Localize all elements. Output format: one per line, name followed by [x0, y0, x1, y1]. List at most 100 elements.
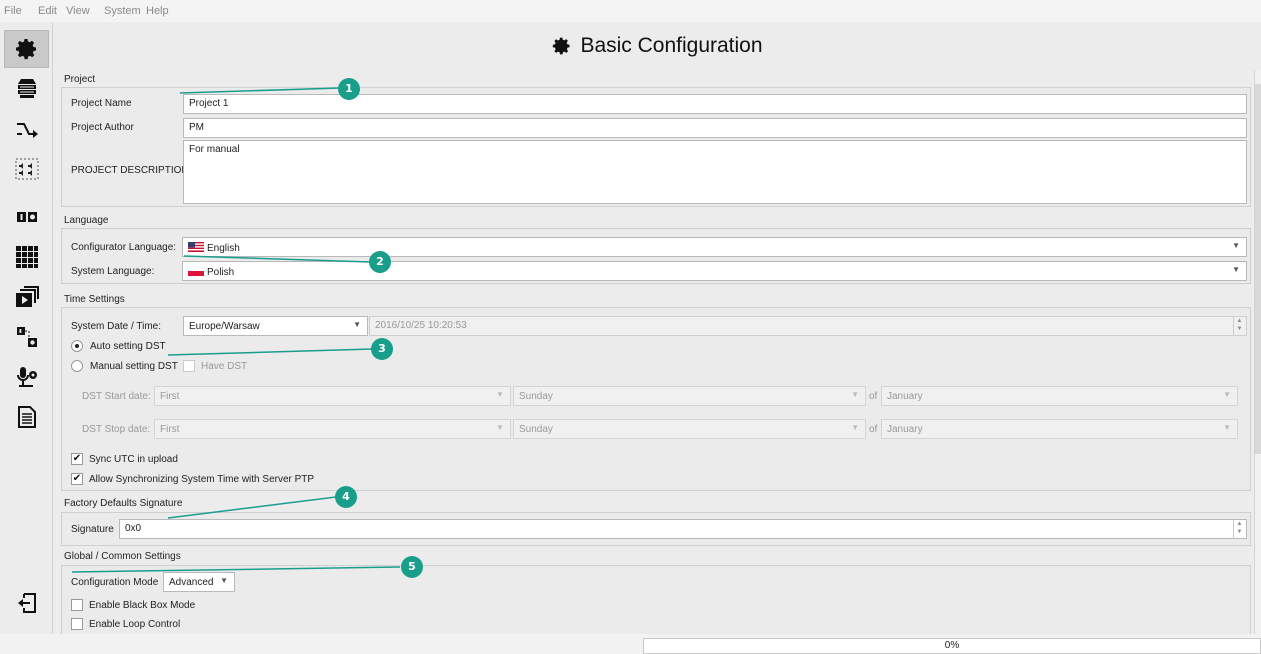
- chevron-down-icon: ▼: [496, 390, 504, 399]
- pl-flag-icon: [188, 266, 204, 276]
- dst-start-day-select: Sunday ▼: [513, 386, 866, 406]
- manual-dst-label: Manual setting DST: [90, 361, 178, 372]
- project-group: Project Name Project 1 Project Author PM…: [61, 87, 1251, 207]
- timezone-value: Europe/Warsaw: [189, 321, 260, 332]
- dst-start-week-select: First ▼: [154, 386, 511, 406]
- sidebar-item-matrix[interactable]: [4, 238, 49, 276]
- dst-stop-week-value: First: [160, 424, 180, 435]
- system-language-label: System Language:: [71, 266, 155, 277]
- auto-dst-radio[interactable]: [71, 340, 83, 352]
- system-datetime-label: System Date / Time:: [71, 321, 162, 332]
- system-datetime-value: 2016/10/25 10:20:53: [375, 320, 467, 331]
- project-group-title: Project: [64, 74, 96, 85]
- chevron-down-icon: ▼: [851, 423, 859, 432]
- global-group: Configuration Mode Advanced ▼ Enable Bla…: [61, 565, 1251, 634]
- auto-dst-label: Auto setting DST: [90, 341, 166, 352]
- sync-utc-label: Sync UTC in upload: [89, 454, 178, 465]
- sidebar-item-io[interactable]: [4, 198, 49, 236]
- global-group-title: Global / Common Settings: [64, 551, 181, 562]
- us-flag-icon: [188, 242, 204, 252]
- callout-3: 3: [371, 338, 393, 360]
- dst-stop-day-select: Sunday ▼: [513, 419, 866, 439]
- config-panel: Project Project Name Project 1 Project A…: [58, 70, 1252, 634]
- time-group: System Date / Time: Europe/Warsaw ▼ 2016…: [61, 307, 1251, 491]
- routing-icon: [16, 123, 38, 138]
- scrollbar-thumb[interactable]: [1255, 84, 1261, 454]
- sync-ptp-label: Allow Synchronizing System Time with Ser…: [89, 474, 315, 485]
- sidebar-item-hardware[interactable]: [4, 70, 49, 108]
- menu-system[interactable]: System: [104, 5, 141, 17]
- speaker-zones-icon: [15, 158, 38, 180]
- progress-label: 0%: [944, 640, 960, 651]
- sync-utc-checkbox[interactable]: ✔: [71, 453, 83, 465]
- exit-icon: [17, 593, 36, 613]
- time-group-title: Time Settings: [64, 294, 125, 305]
- dst-stop-week-select: First ▼: [154, 419, 511, 439]
- menu-file[interactable]: File: [4, 5, 22, 17]
- sidebar-item-microphones[interactable]: [4, 358, 49, 396]
- page-title: Basic Configuration: [580, 34, 763, 57]
- factory-group: Signature 0x0 ▲ ▼: [61, 512, 1251, 546]
- configurator-language-value: English: [207, 243, 240, 254]
- dst-start-week-value: First: [160, 391, 180, 402]
- configuration-mode-label: Configuration Mode: [71, 577, 159, 588]
- configurator-language-label: Configurator Language:: [71, 242, 177, 253]
- dst-start-month-value: January: [887, 391, 923, 402]
- sidebar-item-devices[interactable]: [4, 318, 49, 356]
- dst-stop-of-label: of: [869, 424, 878, 435]
- manual-dst-radio[interactable]: [71, 360, 83, 372]
- loop-control-checkbox[interactable]: [71, 618, 83, 630]
- progress-bar: 0%: [643, 638, 1261, 654]
- have-dst-label: Have DST: [201, 361, 248, 372]
- server-rack-icon: [17, 79, 36, 98]
- sidebar-item-zones[interactable]: [4, 150, 49, 188]
- grid-icon: [15, 246, 38, 268]
- system-language-select[interactable]: Polish ▼: [182, 261, 1247, 281]
- dst-stop-month-select: January ▼: [881, 419, 1238, 439]
- sidebar-item-routing[interactable]: [4, 110, 49, 148]
- have-dst-checkbox[interactable]: [183, 360, 195, 372]
- sidebar-item-basic-config[interactable]: [4, 30, 49, 68]
- configuration-mode-select[interactable]: Advanced ▼: [163, 572, 235, 592]
- dst-stop-month-value: January: [887, 424, 923, 435]
- menu-edit[interactable]: Edit: [38, 5, 57, 17]
- document-icon: [17, 406, 36, 428]
- dst-stop-day-value: Sunday: [519, 424, 553, 435]
- io-icon: [16, 212, 37, 222]
- timezone-select[interactable]: Europe/Warsaw ▼: [183, 316, 368, 336]
- system-language-value: Polish: [207, 267, 235, 278]
- project-description-label: PROJECT DESCRIPTION: [71, 165, 189, 176]
- signature-field[interactable]: 0x0: [119, 519, 1247, 539]
- callout-4: 4: [335, 486, 357, 508]
- configuration-mode-value: Advanced: [169, 577, 214, 588]
- chevron-down-icon: ▼: [353, 320, 361, 329]
- chevron-down-icon: ▼: [851, 390, 859, 399]
- signature-spinner[interactable]: ▲ ▼: [1233, 520, 1245, 538]
- loop-control-label: Enable Loop Control: [89, 619, 181, 630]
- device-link-icon: [16, 327, 37, 347]
- dst-start-month-select: January ▼: [881, 386, 1238, 406]
- media-stack-icon: [15, 286, 39, 307]
- sidebar-item-messages[interactable]: [4, 278, 49, 316]
- chevron-down-icon: ▼: [220, 576, 228, 585]
- chevron-down-icon: ▼: [1223, 390, 1231, 399]
- black-box-checkbox[interactable]: [71, 599, 83, 611]
- dst-start-label: DST Start date:: [82, 391, 151, 402]
- dst-start-of-label: of: [869, 391, 878, 402]
- menu-view[interactable]: View: [66, 5, 90, 17]
- sidebar-item-report[interactable]: [4, 398, 49, 436]
- configurator-language-select[interactable]: English ▼: [182, 237, 1247, 257]
- dst-start-day-value: Sunday: [519, 391, 553, 402]
- black-box-label: Enable Black Box Mode: [89, 600, 196, 611]
- project-description-field[interactable]: For manual: [183, 140, 1247, 204]
- sync-ptp-checkbox[interactable]: ✔: [71, 473, 83, 485]
- menu-help[interactable]: Help: [146, 5, 169, 17]
- menu-bar: File Edit View System Help: [0, 0, 1261, 22]
- sidebar-item-exit[interactable]: [4, 584, 49, 622]
- callout-2: 2: [369, 251, 391, 273]
- gear-icon: [553, 37, 570, 55]
- sidebar: [0, 22, 53, 634]
- vertical-scrollbar[interactable]: [1254, 70, 1261, 634]
- page-header: Basic Configuration: [54, 22, 1261, 70]
- project-author-field[interactable]: PM: [183, 118, 1247, 138]
